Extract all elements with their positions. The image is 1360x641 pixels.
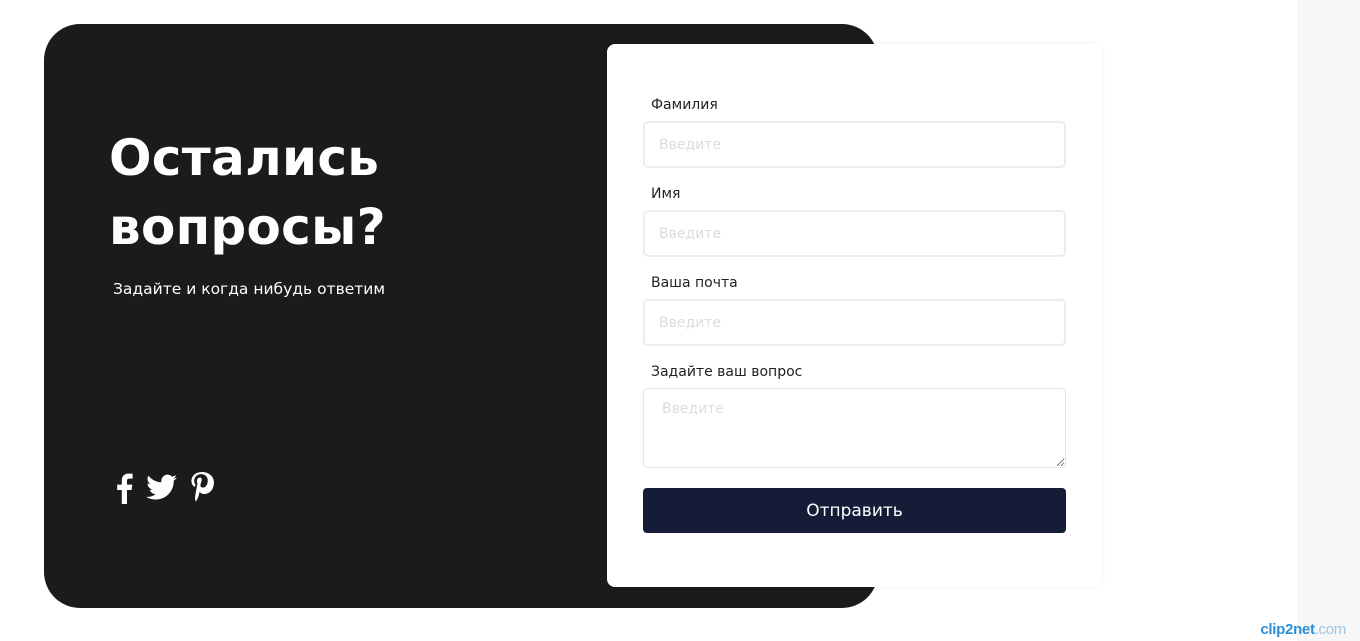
social-links [114, 472, 214, 504]
name-input[interactable] [643, 210, 1066, 257]
question-label: Задайте ваш вопрос [651, 364, 803, 380]
submit-button[interactable]: Отправить [643, 488, 1066, 533]
right-background-strip [1297, 0, 1360, 641]
title-line-1: Остались [109, 129, 380, 187]
watermark-domain: .com [1314, 621, 1347, 638]
email-label: Ваша почта [651, 275, 738, 291]
watermark-name: clip2net [1260, 621, 1315, 638]
title-line-2: вопросы? [109, 198, 386, 256]
subtitle: Задайте и когда нибудь ответим [113, 280, 386, 298]
page-title: Остались вопросы? [109, 124, 529, 262]
facebook-icon[interactable] [114, 472, 134, 504]
watermark-logo: clip2net.com [1260, 621, 1346, 638]
page: Остались вопросы? Задайте и когда нибудь… [0, 0, 1360, 641]
name-label: Имя [651, 186, 681, 202]
question-textarea[interactable] [643, 388, 1066, 468]
surname-input[interactable] [643, 121, 1066, 168]
twitter-icon[interactable] [146, 472, 178, 504]
surname-label: Фамилия [651, 97, 718, 113]
pinterest-icon[interactable] [190, 472, 214, 504]
contact-form: Фамилия Имя Ваша почта Задайте ваш вопро… [607, 44, 1102, 587]
email-input[interactable] [643, 299, 1066, 346]
